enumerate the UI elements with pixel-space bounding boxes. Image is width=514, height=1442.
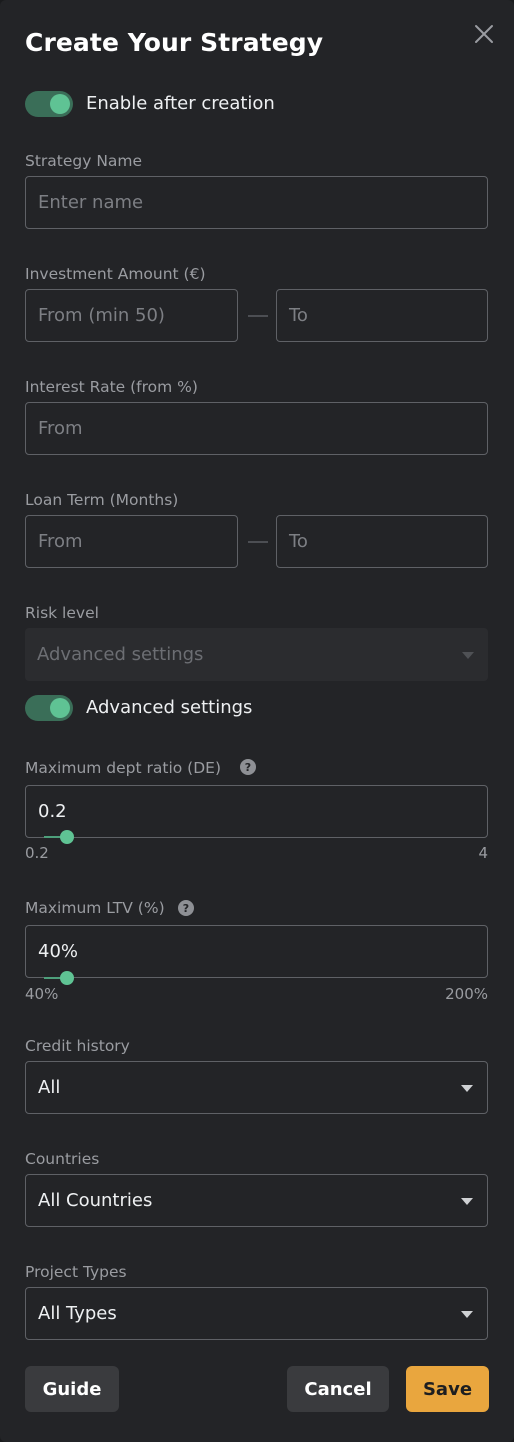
credit-history-label: Credit history	[25, 1037, 130, 1055]
strategy-name-placeholder: Enter name	[38, 192, 144, 213]
strategy-name-input[interactable]: Enter name	[25, 176, 488, 229]
investment-to-placeholder: To	[289, 305, 308, 326]
help-icon[interactable]: ?	[178, 900, 194, 916]
risk-level-select: Advanced settings	[25, 628, 488, 681]
ltv-slider-thumb[interactable]	[60, 971, 74, 985]
investment-from-placeholder: From (min 50)	[38, 305, 165, 326]
range-separator	[248, 315, 268, 317]
max-debt-ratio-value: 0.2	[38, 801, 67, 822]
cancel-button[interactable]: Cancel	[287, 1366, 389, 1412]
project-types-label: Project Types	[25, 1263, 127, 1281]
debt-ratio-max-label: 4	[478, 844, 488, 862]
credit-history-value: All	[38, 1077, 61, 1098]
investment-amount-to-input[interactable]: To	[276, 289, 488, 342]
debt-ratio-min-label: 0.2	[25, 844, 49, 862]
chevron-down-icon	[461, 1310, 473, 1318]
modal-title: Create Your Strategy	[25, 28, 324, 57]
ltv-max-label: 200%	[445, 985, 488, 1003]
toggle-knob	[50, 698, 70, 718]
project-types-value: All Types	[38, 1303, 117, 1324]
max-ltv-label: Maximum LTV (%)	[25, 899, 165, 917]
save-button[interactable]: Save	[406, 1366, 489, 1412]
chevron-down-icon	[461, 1084, 473, 1092]
interest-rate-input[interactable]: From	[25, 402, 488, 455]
loan-term-to-input[interactable]: To	[276, 515, 488, 568]
ltv-min-label: 40%	[25, 985, 59, 1003]
max-debt-ratio-label: Maximum dept ratio (DE)	[25, 759, 222, 777]
countries-value: All Countries	[38, 1190, 153, 1211]
chevron-down-icon	[461, 1197, 473, 1205]
loan-term-from-input[interactable]: From	[25, 515, 238, 568]
toggle-knob	[50, 94, 70, 114]
risk-level-value: Advanced settings	[37, 644, 204, 665]
credit-history-select[interactable]: All	[25, 1061, 488, 1114]
max-ltv-input[interactable]: 40%	[25, 925, 488, 978]
range-separator	[248, 541, 268, 543]
help-icon[interactable]: ?	[240, 759, 256, 775]
enable-after-creation-toggle[interactable]	[25, 91, 73, 117]
project-types-select[interactable]: All Types	[25, 1287, 488, 1340]
max-debt-ratio-input[interactable]: 0.2	[25, 785, 488, 838]
strategy-name-label: Strategy Name	[25, 152, 143, 170]
close-icon[interactable]	[472, 22, 496, 46]
advanced-settings-toggle[interactable]	[25, 695, 73, 721]
interest-rate-placeholder: From	[38, 418, 83, 439]
max-ltv-value: 40%	[38, 941, 79, 962]
countries-label: Countries	[25, 1150, 100, 1168]
interest-rate-label: Interest Rate (from %)	[25, 378, 198, 396]
create-strategy-modal: Create Your Strategy Enable after creati…	[0, 0, 514, 1442]
loan-term-label: Loan Term (Months)	[25, 491, 179, 509]
investment-amount-label: Investment Amount (€)	[25, 265, 206, 283]
enable-after-creation-label: Enable after creation	[86, 93, 275, 114]
debt-ratio-slider-thumb[interactable]	[60, 830, 74, 844]
chevron-down-icon	[462, 651, 474, 659]
guide-button[interactable]: Guide	[25, 1366, 119, 1412]
investment-amount-from-input[interactable]: From (min 50)	[25, 289, 238, 342]
loan-term-to-placeholder: To	[289, 531, 308, 552]
risk-level-label: Risk level	[25, 604, 99, 622]
loan-term-from-placeholder: From	[38, 531, 83, 552]
countries-select[interactable]: All Countries	[25, 1174, 488, 1227]
advanced-settings-label: Advanced settings	[86, 697, 253, 718]
